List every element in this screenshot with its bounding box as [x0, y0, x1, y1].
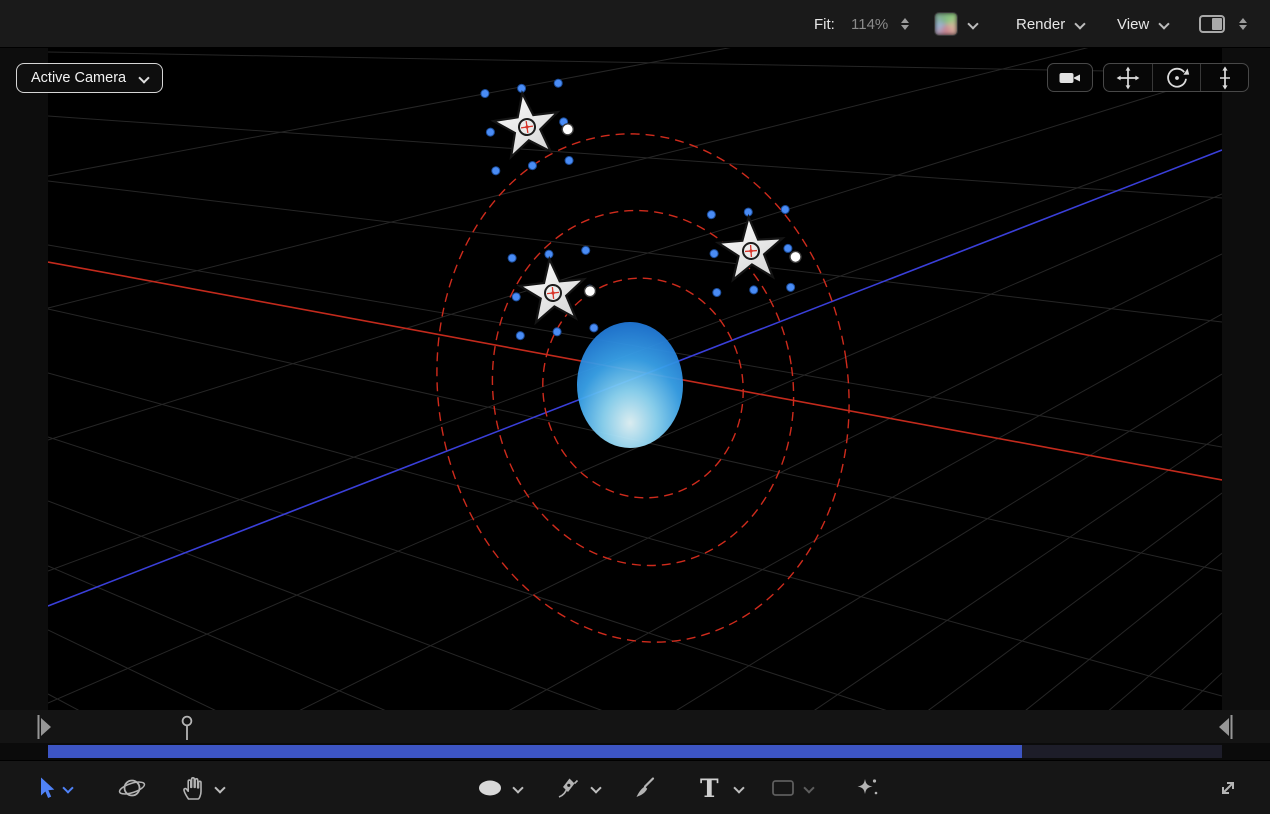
camera-overlay-icon	[1057, 66, 1083, 90]
dolly-3d-icon	[1212, 65, 1238, 91]
layout-stepper-icon[interactable]	[1239, 0, 1247, 48]
render-menu-label: Render	[1016, 16, 1065, 33]
drag-handle[interactable]	[584, 285, 596, 297]
pan-tool-icon	[181, 775, 205, 801]
top-toolbar: Fit: 114% Render View	[0, 0, 1270, 48]
color-swatch-icon	[934, 12, 958, 36]
zoom-stepper-icon[interactable]	[901, 0, 909, 48]
drag-handle[interactable]	[790, 251, 802, 263]
orbit-3d-button[interactable]	[1152, 64, 1200, 91]
pan-3d-icon	[1115, 65, 1141, 91]
canvas-viewport[interactable]	[48, 48, 1222, 710]
shape-tool-chevron-icon[interactable]	[512, 761, 523, 814]
pan-tool-button[interactable]	[181, 761, 205, 814]
expand-canvas-button[interactable]	[1216, 761, 1240, 814]
timeline-ruler[interactable]	[0, 710, 1270, 743]
paint-tool-button[interactable]	[632, 761, 656, 814]
color-well[interactable]	[934, 0, 958, 48]
active-camera-menu[interactable]: Active Camera	[16, 63, 163, 93]
text-tool-chevron-icon[interactable]	[733, 761, 744, 814]
particles-tool-button[interactable]	[854, 761, 880, 814]
expand-canvas-icon	[1216, 776, 1240, 800]
in-point-icon[interactable]	[38, 715, 52, 739]
select-tool-button[interactable]	[36, 761, 58, 814]
dolly-3d-button[interactable]	[1200, 64, 1248, 91]
out-point-icon[interactable]	[1219, 715, 1233, 739]
star-object-2[interactable]	[508, 246, 600, 340]
rectangle-tool-icon	[771, 778, 795, 798]
playhead-icon[interactable]	[183, 717, 192, 740]
transform-3d-tool-icon	[118, 775, 146, 801]
active-camera-chevron-icon	[138, 74, 149, 83]
particles-tool-icon	[854, 776, 880, 800]
color-well-chevron-icon[interactable]	[967, 0, 978, 48]
camera-overlay-button[interactable]	[1047, 63, 1093, 92]
shape-tool-icon	[477, 778, 503, 798]
text-tool-icon: T	[700, 776, 719, 801]
active-camera-label: Active Camera	[31, 70, 126, 86]
sphere-object[interactable]	[577, 322, 683, 448]
camera-move-tool-group	[1103, 63, 1249, 92]
motion-window: Fit: 114% Render View	[0, 0, 1270, 814]
transform-3d-tool-button[interactable]	[118, 761, 146, 814]
layout-display-icon[interactable]	[1199, 0, 1225, 48]
star-object-1[interactable]	[480, 78, 578, 175]
view-chevron-icon	[1158, 20, 1169, 29]
anchor-point-icon[interactable]	[742, 242, 759, 259]
anchor-point-icon[interactable]	[518, 118, 536, 136]
text-tool-button[interactable]: T	[700, 761, 719, 814]
shape-tool-button[interactable]	[477, 761, 503, 814]
rectangle-tool-button[interactable]	[771, 761, 795, 814]
rectangle-tool-chevron-icon[interactable]	[803, 761, 814, 814]
view-menu-label: View	[1117, 16, 1149, 33]
bottom-toolbar: T	[0, 760, 1270, 814]
pan-tool-chevron-icon[interactable]	[214, 761, 225, 814]
select-tool-chevron-icon[interactable]	[62, 761, 73, 814]
anchor-point-icon[interactable]	[544, 284, 562, 302]
render-menu[interactable]: Render	[1016, 0, 1085, 48]
mini-timeline[interactable]	[0, 743, 1270, 760]
star-object-3[interactable]	[707, 205, 803, 297]
select-tool-icon	[36, 776, 58, 800]
view-menu[interactable]: View	[1117, 0, 1169, 48]
mini-timeline-track[interactable]	[48, 745, 1222, 758]
orbit-3d-icon	[1164, 65, 1190, 91]
bezier-tool-button[interactable]	[556, 761, 580, 814]
canvas-area[interactable]: Active Camera	[0, 48, 1270, 710]
drag-handle[interactable]	[562, 123, 574, 135]
bezier-tool-icon	[556, 776, 580, 800]
fit-label: Fit:	[814, 0, 835, 48]
pan-3d-button[interactable]	[1104, 64, 1152, 91]
paint-tool-icon	[632, 776, 656, 800]
mini-timeline-fill[interactable]	[48, 745, 1022, 758]
view-tools	[1047, 63, 1249, 92]
zoom-value: 114%	[851, 0, 888, 48]
bezier-tool-chevron-icon[interactable]	[590, 761, 601, 814]
render-chevron-icon	[1074, 20, 1085, 29]
